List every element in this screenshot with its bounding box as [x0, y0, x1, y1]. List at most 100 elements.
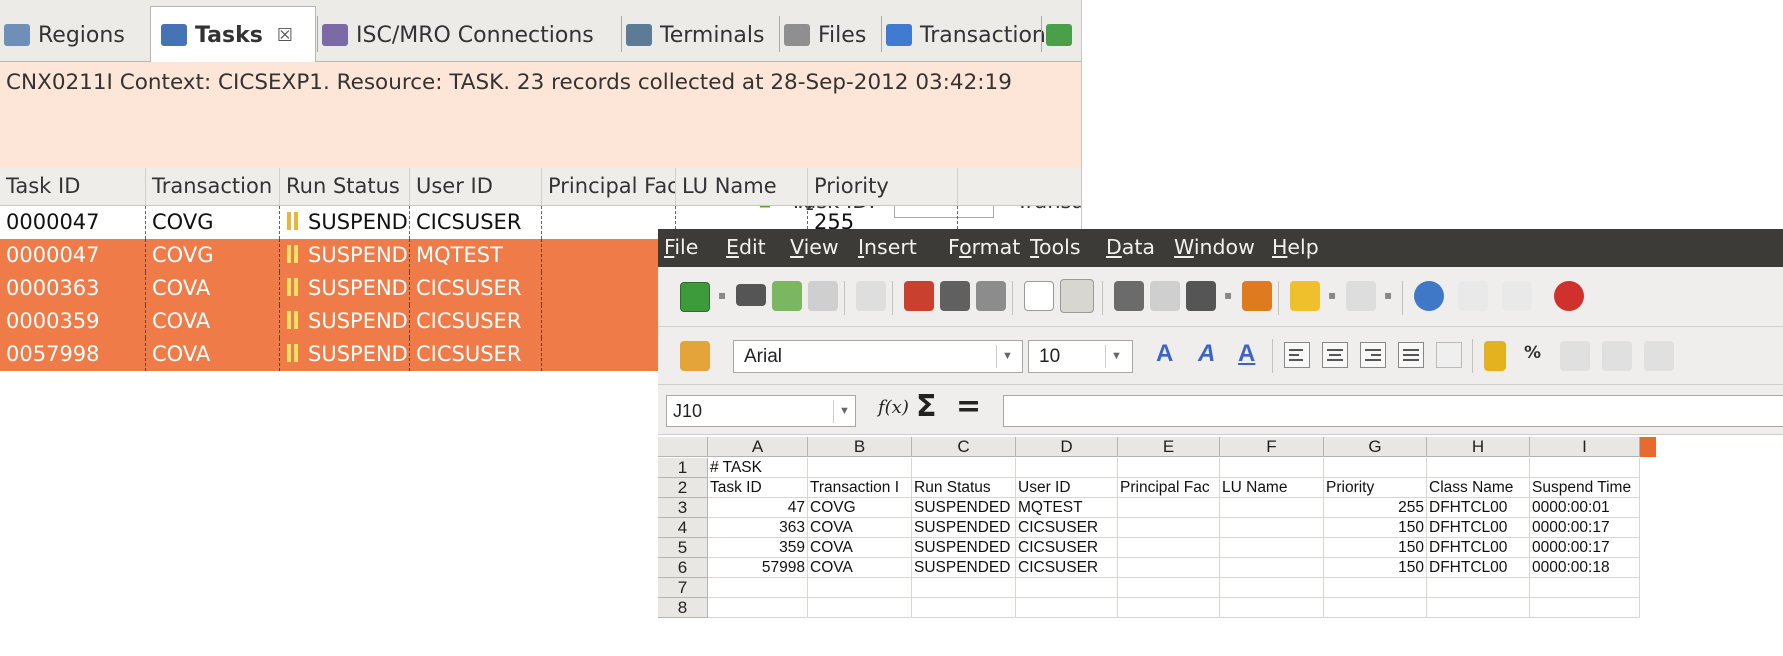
tab-tasks[interactable]: Tasks ☒	[150, 6, 316, 63]
align-center-icon[interactable]	[1322, 342, 1348, 368]
tab-transactions[interactable]: Transactions	[886, 8, 1057, 62]
row-header[interactable]: 7	[658, 578, 708, 598]
column-header-e[interactable]: E	[1118, 437, 1220, 457]
grid-cell[interactable]: SUSPENDED	[912, 538, 1016, 558]
menu-window[interactable]: Window	[1174, 235, 1255, 259]
grid-cell[interactable]	[1118, 598, 1220, 618]
menu-insert[interactable]: Insert	[858, 235, 917, 259]
row-header[interactable]: 2	[658, 478, 708, 498]
grid-cell[interactable]	[1118, 518, 1220, 538]
grid-cell[interactable]	[1220, 598, 1324, 618]
new-dropdown-icon[interactable]: ▪	[718, 288, 726, 302]
grid-cell[interactable]	[1530, 578, 1640, 598]
formula-icon[interactable]: =	[956, 389, 981, 424]
tab-regions[interactable]: Regions	[4, 8, 125, 62]
grid-cell[interactable]: 363	[708, 518, 808, 538]
grid-cell[interactable]: COVA	[808, 538, 912, 558]
sort-ascending-icon[interactable]	[1458, 281, 1488, 311]
grid-cell[interactable]	[1016, 458, 1118, 478]
row-header[interactable]: 1	[658, 458, 708, 478]
row-header[interactable]: 6	[658, 558, 708, 578]
grid-cell[interactable]	[1118, 538, 1220, 558]
export-pdf-icon[interactable]	[904, 281, 934, 311]
merge-cells-icon[interactable]	[1436, 342, 1462, 368]
grid-cell[interactable]	[708, 598, 808, 618]
grid-cell[interactable]: 150	[1324, 518, 1427, 538]
column-header[interactable]: Run Status	[280, 168, 410, 205]
font-size-box[interactable]: 10 ▼	[1028, 340, 1133, 373]
grid-cell[interactable]	[1530, 598, 1640, 618]
grid-cell[interactable]: SUSPENDED	[912, 558, 1016, 578]
column-header[interactable]: LU Name	[676, 168, 808, 205]
grid-cell[interactable]: Suspend Time	[1530, 478, 1640, 498]
grid-cell[interactable]: 0000:00:17	[1530, 538, 1640, 558]
grid-cell[interactable]	[1220, 558, 1324, 578]
grid-cell[interactable]	[1016, 578, 1118, 598]
font-name-box[interactable]: Arial ▼	[733, 340, 1023, 373]
menu-data[interactable]: Data	[1106, 235, 1155, 259]
delete-decimal-icon[interactable]	[1602, 341, 1632, 371]
grid-cell[interactable]	[1220, 458, 1324, 478]
menu-help[interactable]: Help	[1272, 235, 1319, 259]
grid-cell[interactable]: 150	[1324, 538, 1427, 558]
column-header-f[interactable]: F	[1220, 437, 1324, 457]
align-left-icon[interactable]	[1284, 342, 1310, 368]
grid-cell[interactable]: User ID	[1016, 478, 1118, 498]
grid-cell[interactable]: 255	[1324, 498, 1427, 518]
sum-icon[interactable]: Σ	[916, 389, 937, 424]
grid-cell[interactable]: CICSUSER	[1016, 518, 1118, 538]
grid-cell[interactable]	[1530, 458, 1640, 478]
grid-cell[interactable]: LU Name	[1220, 478, 1324, 498]
column-header-a[interactable]: A	[708, 437, 808, 457]
grid-cell[interactable]: MQTEST	[1016, 498, 1118, 518]
tab-terminals[interactable]: Terminals	[626, 8, 764, 62]
grid-cell[interactable]: 0000:00:18	[1530, 558, 1640, 578]
grid-cell[interactable]	[808, 598, 912, 618]
menu-edit[interactable]: Edit	[726, 235, 766, 259]
grid-cell[interactable]: 47	[708, 498, 808, 518]
grid-cell[interactable]	[808, 578, 912, 598]
grid-cell[interactable]: COVG	[808, 498, 912, 518]
grid-cell[interactable]	[912, 578, 1016, 598]
grid-cell[interactable]	[1220, 518, 1324, 538]
grid-cell[interactable]	[912, 458, 1016, 478]
new-document-icon[interactable]	[680, 282, 710, 312]
menu-view[interactable]: View	[790, 235, 839, 259]
formula-input[interactable]	[1003, 395, 1783, 427]
decrease-indent-icon[interactable]	[1644, 341, 1674, 371]
font-name-dropdown-icon[interactable]: ▼	[996, 345, 1018, 368]
tab-isc-mro-connections[interactable]: ISC/MRO Connections	[322, 8, 594, 62]
menu-format[interactable]: Format	[948, 235, 1020, 259]
align-right-icon[interactable]	[1360, 342, 1386, 368]
grid-cell[interactable]	[1118, 458, 1220, 478]
grid-cell[interactable]	[1324, 578, 1427, 598]
row-header[interactable]: 8	[658, 598, 708, 618]
undo-icon[interactable]	[1290, 281, 1320, 311]
grid-cell[interactable]: 150	[1324, 558, 1427, 578]
grid-cell[interactable]: SUSPENDED	[912, 518, 1016, 538]
clone-formatting-icon[interactable]	[1242, 281, 1272, 311]
grid-cell[interactable]: Principal Fac	[1118, 478, 1220, 498]
save-icon[interactable]	[772, 281, 802, 311]
menu-file[interactable]: File	[664, 235, 698, 259]
justify-icon[interactable]	[1398, 342, 1424, 368]
name-box-dropdown-icon[interactable]: ▼	[833, 400, 855, 423]
grid-cell[interactable]: Priority	[1324, 478, 1427, 498]
grid-cell[interactable]: Run Status	[912, 478, 1016, 498]
grid-cell[interactable]	[708, 578, 808, 598]
redo-dropdown-icon[interactable]: ▪	[1384, 288, 1392, 302]
grid-cell[interactable]: CICSUSER	[1016, 558, 1118, 578]
grid-cell[interactable]	[1220, 538, 1324, 558]
paste-dropdown-icon[interactable]: ▪	[1224, 288, 1232, 302]
hyperlink-icon[interactable]	[1414, 281, 1444, 311]
column-header-h[interactable]: H	[1427, 437, 1530, 457]
underline-icon[interactable]: A	[1238, 340, 1255, 368]
column-header[interactable]: Transaction I	[146, 168, 280, 205]
column-header[interactable]: Principal Fac	[542, 168, 676, 205]
row-header[interactable]: 4	[658, 518, 708, 538]
grid-cell[interactable]	[912, 598, 1016, 618]
grid-cell[interactable]	[808, 458, 912, 478]
undo-dropdown-icon[interactable]: ▪	[1328, 288, 1336, 302]
column-header[interactable]: Priority	[808, 168, 958, 205]
spellcheck-icon[interactable]	[1024, 281, 1054, 311]
